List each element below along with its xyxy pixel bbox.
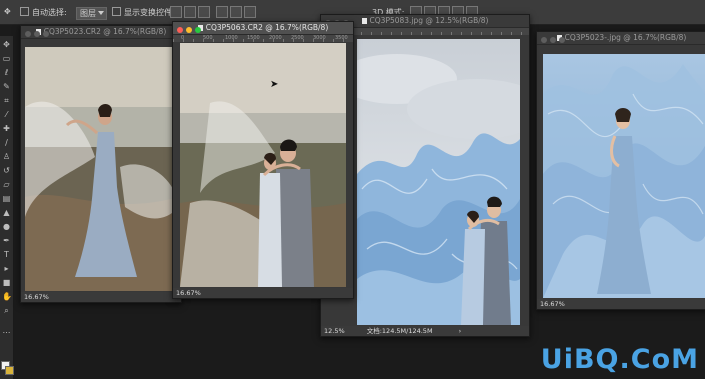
window-status-bar: 16.67% xyxy=(21,292,181,302)
window-title: CQ3P5083.jpg @ 12.5%(RGB/8) xyxy=(369,16,489,25)
window-status-bar: 16.67% xyxy=(537,299,705,309)
align-center-button[interactable] xyxy=(230,6,242,18)
blur-icon[interactable]: ▲ xyxy=(2,208,11,217)
toolbox: ✥ ▭ ℓ ✎ ⌗ ⁄ ✚ ∕ ♙ ↺ ▱ ▤ ▲ ● ✒ T ▸ ■ ✋ ⌕ … xyxy=(0,36,14,379)
photo-couple-veil-field xyxy=(180,43,346,287)
show-transform-checkbox[interactable]: 显示变换控件 xyxy=(112,7,172,18)
ruler-mark: 1000 xyxy=(225,35,238,41)
ruler-mark: 3000 xyxy=(313,35,326,41)
marquee-icon[interactable]: ▭ xyxy=(2,54,11,63)
brush-icon[interactable]: ∕ xyxy=(2,138,11,147)
image-canvas[interactable] xyxy=(25,47,179,291)
auto-select-dropdown[interactable]: 图层 xyxy=(76,7,107,20)
stamp-icon[interactable]: ♙ xyxy=(2,152,11,161)
photo-bride-veil-field xyxy=(25,47,179,291)
zoom-icon[interactable]: ⌕ xyxy=(2,306,11,315)
align-bottom-button[interactable] xyxy=(198,6,210,18)
document-icon xyxy=(361,18,367,24)
image-canvas[interactable] xyxy=(543,54,705,298)
move-icon[interactable]: ✥ xyxy=(2,40,11,49)
quick-select-icon[interactable]: ✎ xyxy=(2,82,11,91)
zoom-level[interactable]: 16.67% xyxy=(24,293,49,301)
ruler-mark: 500 xyxy=(203,35,213,41)
image-canvas[interactable]: ➤ xyxy=(180,43,346,287)
close-window-button[interactable] xyxy=(177,27,183,33)
align-right-button[interactable] xyxy=(244,6,256,18)
auto-select-checkbox[interactable]: 自动选择: xyxy=(20,7,67,18)
eraser-icon[interactable]: ▱ xyxy=(2,180,11,189)
document-window-2[interactable]: CQ3P5063.CR2 @ 16.7%(RGB/8) 0 500 1000 1… xyxy=(172,21,354,299)
healing-icon[interactable]: ✚ xyxy=(2,124,11,133)
ruler-mark: 2000 xyxy=(269,35,282,41)
photo-couple-blue-waves xyxy=(357,39,520,325)
more-tools-icon[interactable]: … xyxy=(2,326,11,335)
align-middle-button[interactable] xyxy=(184,6,196,18)
zoom-level[interactable]: 16.67% xyxy=(540,300,565,308)
align-top-button[interactable] xyxy=(170,6,182,18)
auto-select-label: 自动选择: xyxy=(32,8,67,17)
window-status-bar: 12.5% 文档:124.5M/124.5M › xyxy=(321,326,529,336)
window-title: CQ3P5023-.jpg @ 16.7%(RGB/8) xyxy=(564,33,687,42)
hand-icon[interactable]: ✋ xyxy=(2,292,12,301)
align-left-button[interactable] xyxy=(216,6,228,18)
dodge-icon[interactable]: ● xyxy=(2,222,11,231)
document-size: 文档:124.5M/124.5M xyxy=(366,327,433,335)
photo-bride-blue-fabric xyxy=(543,54,705,298)
image-canvas[interactable] xyxy=(357,39,520,325)
pen-icon[interactable]: ✒ xyxy=(2,236,11,245)
shape-icon[interactable]: ■ xyxy=(2,278,11,287)
cursor-move-icon: ➤ xyxy=(270,79,279,90)
document-window-1[interactable]: CQ3P5023.CR2 @ 16.7%(RGB/8) 16.67% xyxy=(20,25,182,303)
window-title: CQ3P5063.CR2 @ 16.7%(RGB/8) xyxy=(205,23,329,32)
crop-icon[interactable]: ⌗ xyxy=(2,96,11,105)
window-titlebar[interactable]: CQ3P5023.CR2 @ 16.7%(RGB/8) xyxy=(21,26,181,39)
move-tool-icon[interactable]: ✥ xyxy=(4,7,11,16)
status-menu-arrow-icon[interactable]: › xyxy=(459,327,462,335)
watermark-logo: UiBQ.CoM xyxy=(540,344,699,375)
ruler-mark: 3500 xyxy=(335,35,348,41)
zoom-level[interactable]: 16.67% xyxy=(176,289,201,297)
window-titlebar[interactable]: CQ3P5063.CR2 @ 16.7%(RGB/8) xyxy=(173,22,353,35)
type-icon[interactable]: T xyxy=(2,250,11,259)
ruler-mark: 1500 xyxy=(247,35,260,41)
gradient-icon[interactable]: ▤ xyxy=(2,194,11,203)
history-brush-icon[interactable]: ↺ xyxy=(2,166,11,175)
minimize-window-button[interactable] xyxy=(186,27,192,33)
window-status-bar: 16.67% xyxy=(173,288,353,298)
lasso-icon[interactable]: ℓ xyxy=(2,68,11,77)
background-color-swatch[interactable] xyxy=(5,366,14,375)
document-window-4[interactable]: CQ3P5023-.jpg @ 16.7%(RGB/8) 16.67% xyxy=(536,31,705,310)
zoom-level[interactable]: 12.5% xyxy=(324,327,345,335)
ruler-mark: 2500 xyxy=(291,35,304,41)
horizontal-ruler: 0 500 1000 1500 2000 2500 3000 3500 xyxy=(173,35,353,42)
path-select-icon[interactable]: ▸ xyxy=(2,264,11,273)
zoom-window-button[interactable] xyxy=(195,27,201,33)
window-titlebar[interactable]: CQ3P5023-.jpg @ 16.7%(RGB/8) xyxy=(537,32,705,45)
ruler-mark: 0 xyxy=(181,35,185,41)
show-transform-label: 显示变换控件 xyxy=(124,8,172,17)
eyedropper-icon[interactable]: ⁄ xyxy=(2,110,11,119)
window-title: CQ3P5023.CR2 @ 16.7%(RGB/8) xyxy=(43,27,167,36)
